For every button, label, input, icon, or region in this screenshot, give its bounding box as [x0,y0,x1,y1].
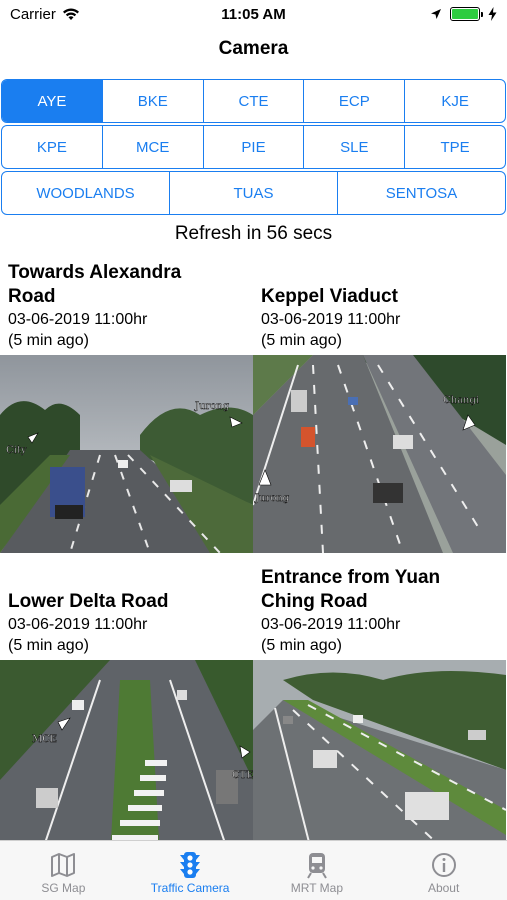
overlay-label-mce: MCE [32,734,57,745]
camera-age: (5 min ago) [8,637,89,654]
camera-age: (5 min ago) [261,332,342,349]
segment-pie[interactable]: PIE [204,126,305,168]
wifi-icon [62,8,79,20]
segment-woodlands[interactable]: WOODLANDS [2,172,170,214]
expressway-segment-row-3: WOODLANDS TUAS SENTOSA [0,171,507,215]
status-left: Carrier [10,6,170,23]
tab-about[interactable]: About [380,841,507,900]
camera-title-line1: Entrance from Yuan [261,567,441,588]
tab-sg-map[interactable]: SG Map [0,841,127,900]
segment-aye[interactable]: AYE [2,80,103,122]
overlay-label-jurong: Jurong [254,493,290,504]
map-icon [51,853,76,877]
tab-label: Traffic Camera [150,881,230,895]
camera-title-line1: Lower Delta Road [8,591,169,612]
segment-kje[interactable]: KJE [405,80,505,122]
camera-age: (5 min ago) [261,637,342,654]
tab-label: SG Map [41,881,86,895]
tab-bar: SG Map Traffic Camera MRT Map About [0,840,507,900]
camera-timestamp: 03-06-2019 11:00hr [261,311,401,328]
tab-traffic-camera[interactable]: Traffic Camera [127,841,254,900]
camera-card-towards-alexandra-road[interactable]: Towards Alexandra Road 03-06-2019 11:00h… [0,255,253,553]
camera-title-line1: Towards Alexandra [8,262,182,283]
camera-card-entrance-from-yuan-ching-road[interactable]: Entrance from Yuan Ching Road 03-06-2019… [253,560,506,858]
segment-sentosa[interactable]: SENTOSA [338,172,505,214]
segment-cte[interactable]: CTE [204,80,305,122]
location-arrow-icon [431,9,441,19]
train-icon [307,853,327,879]
camera-timestamp: 03-06-2019 11:00hr [8,616,148,633]
camera-title-line2: Ching Road [261,591,368,612]
tab-mrt-map[interactable]: MRT Map [254,841,381,900]
overlay-label-cte: CTE [232,770,253,781]
camera-title: Lower Delta Road [0,560,253,614]
camera-timestamp: 03-06-2019 11:00hr [8,311,148,328]
camera-card-lower-delta-road[interactable]: Lower Delta Road 03-06-2019 11:00hr (5 m… [0,560,253,858]
camera-image[interactable]: MCE CTE [0,660,253,858]
segment-mce[interactable]: MCE [103,126,204,168]
page-title: Camera [218,38,289,59]
segment-bke[interactable]: BKE [103,80,204,122]
camera-age: (5 min ago) [8,332,89,349]
battery-icon [450,7,483,21]
segment-tpe[interactable]: TPE [405,126,505,168]
expressway-segment-row-2: KPE MCE PIE SLE TPE [0,125,507,169]
camera-image[interactable]: Jurong Changi [253,355,506,553]
segment-kpe[interactable]: KPE [2,126,103,168]
expressway-segment-row-1: AYE BKE CTE ECP KJE [0,79,507,123]
carrier-label: Carrier [10,5,56,23]
camera-title: Entrance from Yuan Ching Road [253,560,506,614]
camera-card-keppel-viaduct[interactable]: Keppel Viaduct 03-06-2019 11:00hr (5 min… [253,255,506,553]
segment-sle[interactable]: SLE [304,126,406,168]
camera-image[interactable]: City Jurong [0,355,253,553]
overlay-label-jurong: Jurong [194,401,230,412]
status-bar: Carrier 11:05 AM [0,0,507,28]
status-right [337,7,497,21]
status-time: 11:05 AM [221,5,286,23]
segment-ecp[interactable]: ECP [304,80,406,122]
segment-tuas[interactable]: TUAS [170,172,338,214]
tab-label: MRT Map [290,881,343,895]
camera-title: Towards Alexandra Road [0,255,253,309]
overlay-label-changi: Changi [443,395,479,406]
camera-title: Keppel Viaduct [253,255,506,309]
refresh-countdown: Refresh in 56 secs [174,223,333,244]
camera-title-line1: Keppel Viaduct [261,286,398,307]
camera-image[interactable] [253,660,506,858]
charging-bolt-icon [488,7,497,21]
camera-timestamp: 03-06-2019 11:00hr [261,616,401,633]
tab-label: About [427,881,460,895]
traffic-light-icon [180,852,201,878]
camera-title-line2: Road [8,286,56,307]
overlay-label-city: City [6,445,27,456]
info-icon [431,853,456,877]
